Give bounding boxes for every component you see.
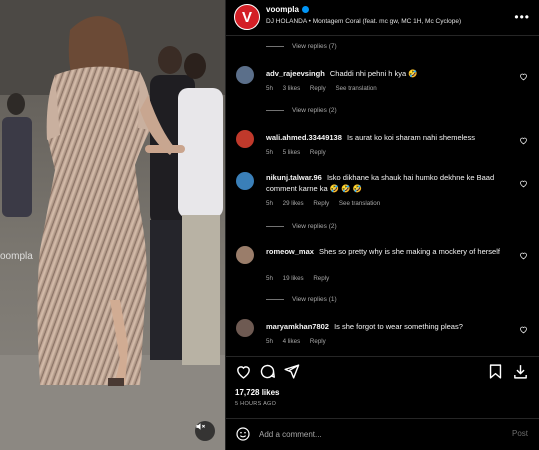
likes-count[interactable]: 17,728 likes [235, 388, 279, 397]
bookmark-icon[interactable] [487, 363, 504, 380]
avatar[interactable] [236, 172, 254, 190]
username-link[interactable]: voompla [266, 5, 309, 14]
comment-username[interactable]: nikunj.talwar.96 [266, 173, 322, 182]
post-photo [0, 0, 225, 450]
heart-icon[interactable] [519, 136, 528, 145]
comment-username[interactable]: maryamkhan7802 [266, 322, 329, 331]
heart-icon[interactable] [519, 325, 528, 334]
comment-username[interactable]: adv_rajeevsingh [266, 69, 325, 78]
comment-username[interactable]: wali.ahmed.33449138 [266, 133, 342, 142]
view-replies-button[interactable]: View replies (1) [266, 296, 337, 303]
reply-button[interactable]: Reply [313, 275, 329, 282]
action-bar [226, 356, 539, 386]
comment-likes[interactable]: 19 likes [283, 275, 304, 282]
comment-meta: 5h 19 likes Reply [266, 275, 337, 282]
avatar[interactable] [236, 66, 254, 84]
view-replies-label: View replies (7) [292, 43, 337, 50]
comment-time: 5h [266, 275, 273, 282]
reply-button[interactable]: Reply [310, 338, 326, 345]
add-comment-bar: Post [226, 418, 539, 450]
mute-button[interactable] [195, 421, 215, 441]
comment-body: Is she forgot to wear something pleas? [334, 322, 463, 331]
comment-username[interactable]: romeow_max [266, 247, 314, 256]
comment-time: 5h [266, 149, 273, 156]
verified-badge-icon [301, 6, 309, 13]
comment-text: wali.ahmed.33449138 Is aurat ko koi shar… [266, 132, 506, 143]
comment-text: maryamkhan7802 Is she forgot to wear som… [266, 321, 506, 332]
divider [266, 110, 284, 111]
avatar[interactable] [236, 130, 254, 148]
heart-icon[interactable] [519, 251, 528, 260]
view-replies-label: View replies (1) [292, 296, 337, 303]
comment-time: 5h [266, 338, 273, 345]
comment-likes[interactable]: 3 likes [283, 85, 301, 92]
avatar[interactable] [236, 246, 254, 264]
heart-icon[interactable] [235, 363, 252, 380]
heart-icon[interactable] [519, 179, 528, 188]
divider [266, 46, 284, 47]
comment-icon[interactable] [259, 363, 276, 380]
post-panel: V voompla DJ HOLANDA • Montagem Coral (f… [225, 0, 539, 450]
comment-time: 5h [266, 85, 273, 92]
comment-body: Is aurat ko koi sharam nahi shemeless [346, 133, 475, 142]
download-icon[interactable] [512, 363, 529, 380]
comment-likes[interactable]: 29 likes [283, 200, 304, 207]
post-button[interactable]: Post [512, 429, 528, 438]
divider [266, 299, 284, 300]
view-replies-button[interactable]: View replies (2) [266, 107, 337, 114]
comment-body: Shes so pretty why is she making a mocke… [319, 247, 500, 256]
see-translation-button[interactable]: See translation [335, 85, 376, 92]
divider [266, 226, 284, 227]
reply-button[interactable]: Reply [310, 85, 326, 92]
reply-button[interactable]: Reply [313, 200, 329, 207]
comment-time: 5h [266, 200, 273, 207]
comment-meta: 5h 29 likes Reply See translation [266, 200, 388, 207]
more-options-button[interactable]: ••• [514, 10, 530, 24]
comment-text: nikunj.talwar.96 Isko dikhane ka shauk h… [266, 172, 506, 194]
comment-body: Chaddi nhi pehni h kya 🤣 [329, 69, 418, 78]
speaker-muted-icon [196, 423, 205, 430]
audio-link[interactable]: DJ HOLANDA • Montagem Coral (feat. mc gw… [266, 18, 461, 25]
comment-meta: 5h 5 likes Reply [266, 149, 334, 156]
avatar[interactable]: V [234, 4, 260, 30]
avatar[interactable] [236, 319, 254, 337]
comment-likes[interactable]: 4 likes [283, 338, 301, 345]
post-header: V voompla DJ HOLANDA • Montagem Coral (f… [226, 0, 539, 36]
comment-input[interactable] [259, 427, 489, 441]
heart-icon[interactable] [519, 72, 528, 81]
username-label: voompla [266, 5, 299, 14]
share-icon[interactable] [283, 363, 300, 380]
reply-button[interactable]: Reply [310, 149, 326, 156]
emoji-icon[interactable] [235, 426, 251, 442]
watermark-text: oompla [0, 251, 33, 262]
comment-meta: 5h 3 likes Reply See translation [266, 85, 385, 92]
view-replies-button[interactable]: View replies (2) [266, 223, 337, 230]
comment-text: adv_rajeevsingh Chaddi nhi pehni h kya 🤣 [266, 68, 506, 79]
comments-list[interactable]: View replies (7) adv_rajeevsingh Chaddi … [226, 37, 539, 355]
see-translation-button[interactable]: See translation [339, 200, 380, 207]
comment-text: romeow_max Shes so pretty why is she mak… [266, 246, 506, 257]
comment-likes[interactable]: 5 likes [283, 149, 301, 156]
post-timestamp: 5 HOURS AGO [235, 401, 277, 407]
view-replies-label: View replies (2) [292, 223, 337, 230]
view-replies-button[interactable]: View replies (7) [266, 43, 337, 50]
view-replies-label: View replies (2) [292, 107, 337, 114]
comment-meta: 5h 4 likes Reply [266, 338, 334, 345]
post-media[interactable]: oompla [0, 0, 225, 450]
